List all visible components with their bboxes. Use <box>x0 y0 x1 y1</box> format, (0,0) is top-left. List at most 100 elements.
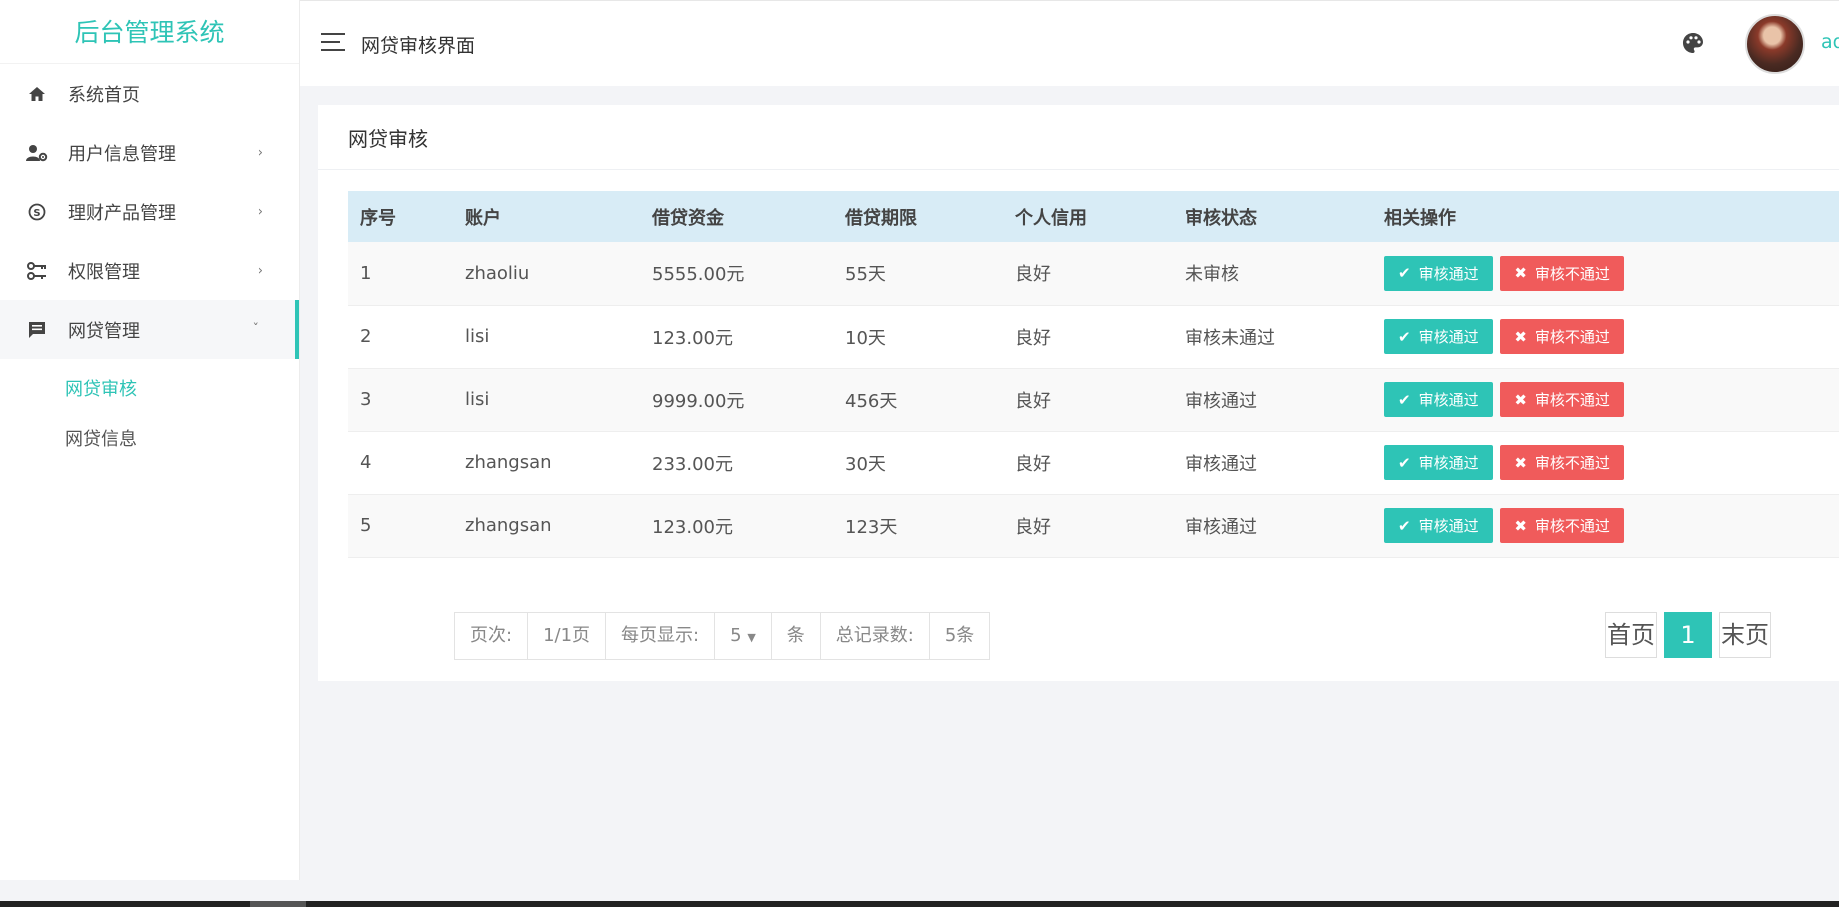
total-label: 总记录数: <box>821 613 930 659</box>
message-icon <box>26 319 48 341</box>
column-header-term: 借贷期限 <box>845 207 917 229</box>
table-row: 3 lisi 9999.00元 456天 良好 审核通过 ✔ 审核通过 ✖ 审核不通… <box>348 368 1839 431</box>
card-title: 网贷审核 <box>318 105 1839 170</box>
cell-index: 1 <box>360 262 372 284</box>
app-logo-title[interactable]: 后台管理系统 <box>0 0 299 64</box>
page-label: 页次: <box>455 613 529 659</box>
close-icon: ✖ <box>1514 516 1527 535</box>
sidebar-item-loans[interactable]: 网贷管理 ˇ <box>0 300 299 359</box>
approve-button-label: 审核通过 <box>1418 517 1479 535</box>
cell-account: lisi <box>465 389 490 410</box>
current-page-button[interactable]: 1 <box>1664 612 1712 658</box>
table-row: 4 zhangsan 233.00元 30天 良好 审核通过 ✔ 审核通过 ✖ 审核… <box>348 431 1839 494</box>
approve-button[interactable]: ✔ 审核通过 <box>1384 445 1493 480</box>
sidebar-item-label: 用户信息管理 <box>68 143 176 165</box>
caret-down-icon: ▼ <box>747 631 756 644</box>
cell-credit: 良好 <box>1015 264 1051 286</box>
approve-button[interactable]: ✔ 审核通过 <box>1384 508 1493 543</box>
cell-status: 审核未通过 <box>1185 327 1275 349</box>
home-icon <box>26 83 48 105</box>
sidebar-item-home[interactable]: 系统首页 <box>0 64 299 123</box>
check-icon: ✔ <box>1398 390 1411 409</box>
last-page-button[interactable]: 末页 <box>1719 612 1771 658</box>
reject-button[interactable]: ✖ 审核不通过 <box>1500 319 1624 354</box>
reject-button-label: 审核不通过 <box>1534 517 1610 535</box>
sidebar-item-permissions[interactable]: 权限管理 › <box>0 241 299 300</box>
per-page-value: 5 <box>730 625 742 646</box>
cell-account: zhangsan <box>465 515 552 536</box>
reject-button[interactable]: ✖ 审核不通过 <box>1500 445 1624 480</box>
close-icon: ✖ <box>1514 390 1527 409</box>
chevron-right-icon: › <box>257 204 263 219</box>
approve-button-label: 审核通过 <box>1418 328 1479 346</box>
cell-term: 30天 <box>845 453 886 475</box>
column-header-actions: 相关操作 <box>1384 207 1456 229</box>
cell-term: 55天 <box>845 264 886 286</box>
top-header: 网贷审核界面 admin <box>300 0 1839 86</box>
cell-actions: ✔ 审核通过 ✖ 审核不通过 <box>1372 242 1839 305</box>
close-icon: ✖ <box>1514 264 1527 283</box>
reject-button-label: 审核不通过 <box>1534 264 1610 283</box>
chevron-down-icon: ˇ <box>252 322 260 337</box>
menu-toggle-icon[interactable] <box>321 33 345 53</box>
loan-review-card: 网贷审核 序号 账户 借贷资金 借贷期限 个人信用 审核状态 相关操作 1 zh… <box>318 105 1839 681</box>
sidebar: 后台管理系统 系统首页 用户信息管理 › S 理财产品管理 › 权限管理 › 网… <box>0 0 300 880</box>
close-icon: ✖ <box>1514 327 1527 346</box>
total-value: 5条 <box>944 625 975 646</box>
sidebar-item-user-info[interactable]: 用户信息管理 › <box>0 123 299 182</box>
sidebar-item-products[interactable]: S 理财产品管理 › <box>0 182 299 241</box>
check-icon: ✔ <box>1398 453 1411 472</box>
approve-button-label: 审核通过 <box>1418 391 1479 409</box>
table-row: 2 lisi 123.00元 10天 良好 审核未通过 ✔ 审核通过 ✖ 审核不通过 <box>348 305 1839 368</box>
first-page-button[interactable]: 首页 <box>1605 612 1657 658</box>
key-icon <box>26 260 48 282</box>
cell-term: 456天 <box>845 390 898 412</box>
palette-icon[interactable] <box>1681 31 1707 57</box>
cell-account: zhaoliu <box>465 262 530 284</box>
skype-icon: S <box>26 201 48 223</box>
chevron-right-icon: › <box>257 145 263 160</box>
page-value: 1/1页 <box>528 613 607 659</box>
cell-account: lisi <box>465 326 490 347</box>
cell-account: zhangsan <box>465 452 552 473</box>
cell-index: 3 <box>360 389 372 410</box>
approve-button[interactable]: ✔ 审核通过 <box>1384 319 1493 354</box>
cell-credit: 良好 <box>1015 327 1051 349</box>
horizontal-scrollbar[interactable] <box>0 901 1839 907</box>
approve-button[interactable]: ✔ 审核通过 <box>1384 255 1493 291</box>
column-header-status: 审核状态 <box>1185 207 1257 229</box>
approve-button-label: 审核通过 <box>1418 454 1479 472</box>
sidebar-subitem-loan-review[interactable]: 网贷审核 <box>0 365 299 415</box>
cell-amount: 9999.00元 <box>652 390 745 412</box>
loan-review-table: 序号 账户 借贷资金 借贷期限 个人信用 审核状态 相关操作 1 zhaoliu… <box>348 191 1839 558</box>
cell-credit: 良好 <box>1015 390 1051 412</box>
column-header-account: 账户 <box>465 207 501 229</box>
check-icon: ✔ <box>1398 264 1411 283</box>
loans-submenu: 网贷审核 网贷信息 <box>0 359 299 465</box>
scrollbar-thumb[interactable] <box>250 901 306 907</box>
pager: 首页 1 末页 <box>1605 612 1771 658</box>
cell-term: 10天 <box>845 327 886 349</box>
avatar[interactable] <box>1745 14 1805 74</box>
cell-term: 123天 <box>845 516 898 538</box>
cell-amount: 233.00元 <box>652 453 733 475</box>
cell-credit: 良好 <box>1015 516 1051 538</box>
column-header-amount: 借贷资金 <box>652 207 724 229</box>
table-row: 5 zhangsan 123.00元 123天 良好 审核通过 ✔ 审核通过 ✖ 审… <box>348 494 1839 557</box>
per-page-select[interactable]: 5 ▼ <box>715 613 772 659</box>
cell-status: 审核通过 <box>1185 453 1257 475</box>
check-icon: ✔ <box>1398 516 1411 535</box>
cell-amount: 123.00元 <box>652 327 733 349</box>
sidebar-subitem-loan-info[interactable]: 网贷信息 <box>0 415 299 465</box>
reject-button[interactable]: ✖ 审核不通过 <box>1500 508 1624 543</box>
reject-button[interactable]: ✖ 审核不通过 <box>1500 382 1624 417</box>
close-icon: ✖ <box>1514 453 1527 472</box>
reject-button[interactable]: ✖ 审核不通过 <box>1500 255 1624 291</box>
pagination-info: 页次: 1/1页 每页显示: 5 ▼ 条 总记录数: 5条 <box>454 612 991 660</box>
column-header-index: 序号 <box>360 207 396 229</box>
username[interactable]: admin <box>1821 31 1839 53</box>
per-page-label: 每页显示: <box>606 613 716 659</box>
approve-button[interactable]: ✔ 审核通过 <box>1384 382 1493 417</box>
cell-actions: ✔ 审核通过 ✖ 审核不通过 <box>1372 494 1839 557</box>
cell-index: 4 <box>360 452 372 473</box>
